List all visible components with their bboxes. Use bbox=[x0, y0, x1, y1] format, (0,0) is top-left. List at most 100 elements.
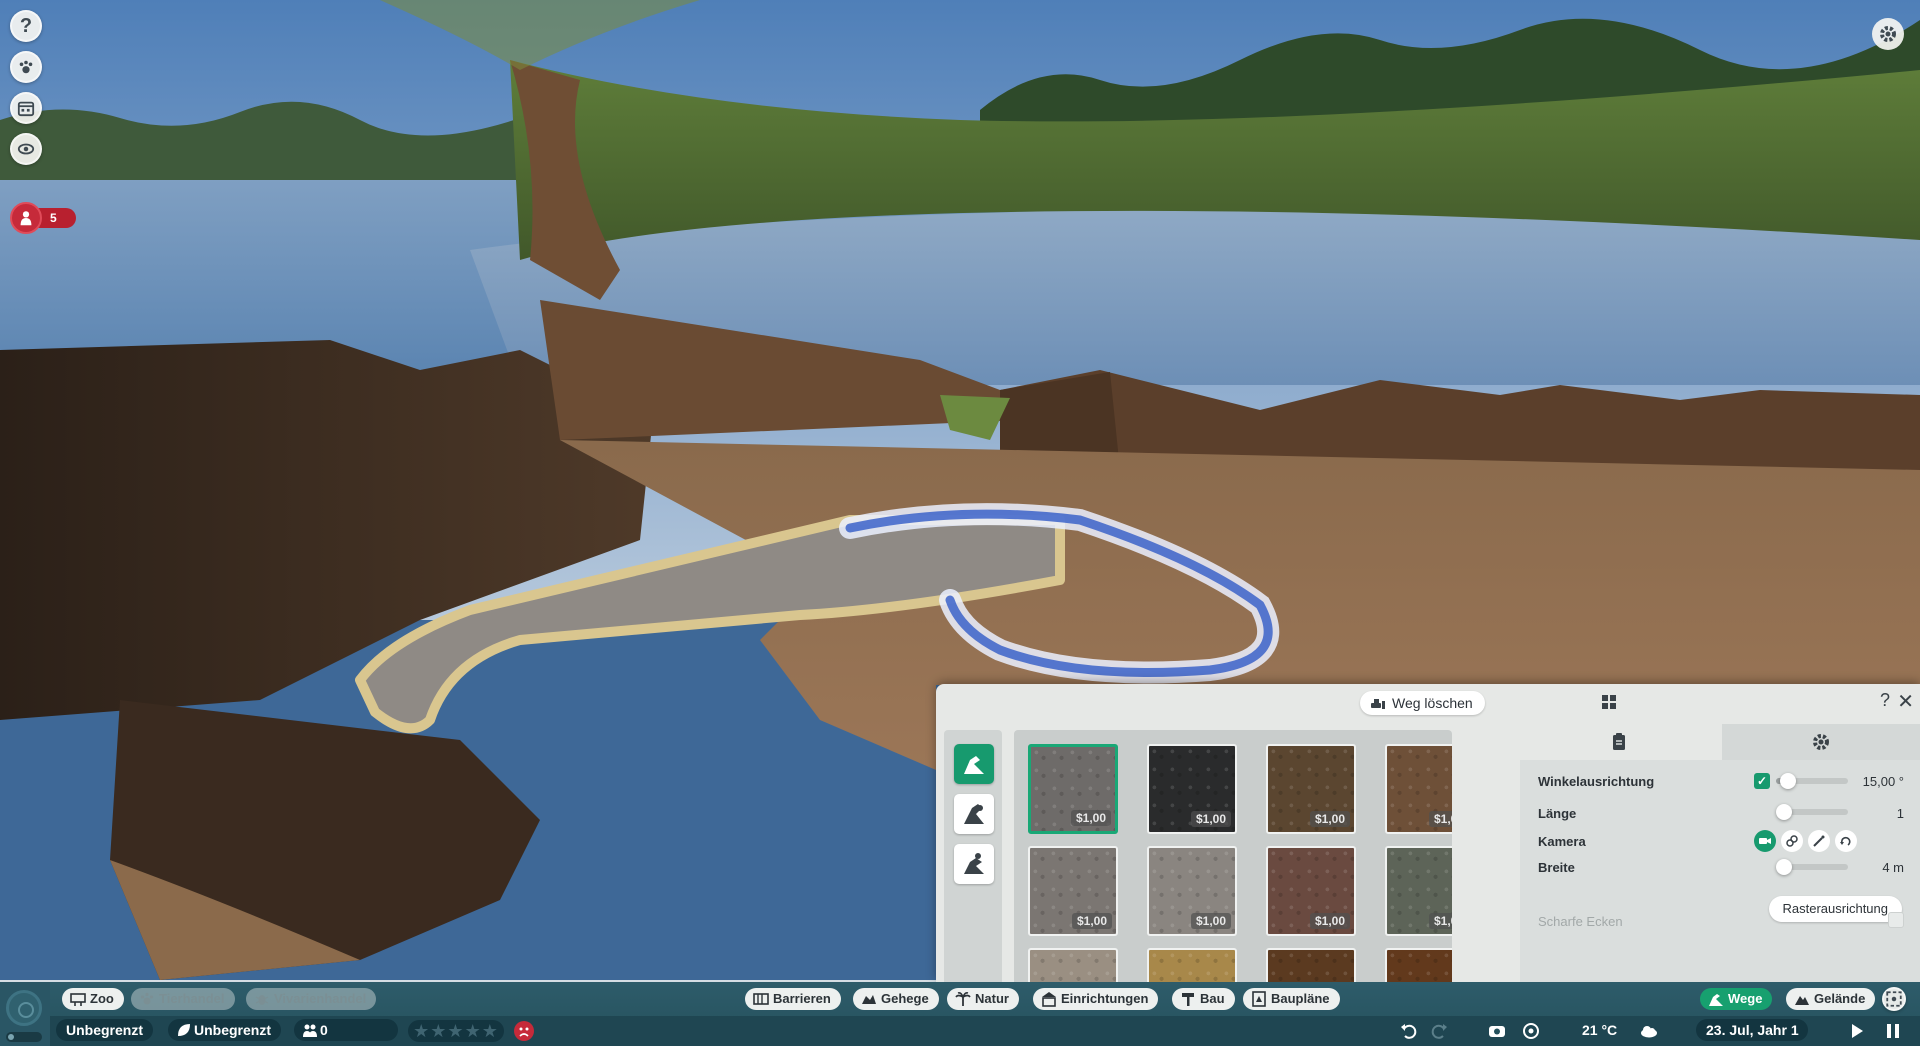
tab-terrain[interactable]: Gelände bbox=[1786, 988, 1876, 1010]
width-slider-knob[interactable] bbox=[1776, 859, 1792, 875]
mode-animal-trade[interactable]: Tierhandel bbox=[131, 988, 235, 1010]
category-queue-path[interactable] bbox=[954, 844, 994, 884]
camera-link-button[interactable] bbox=[1781, 830, 1803, 852]
path-material-swatch[interactable]: $1,00 bbox=[1147, 846, 1237, 936]
path-icon bbox=[964, 756, 984, 774]
game-settings-button[interactable] bbox=[1872, 18, 1904, 50]
pause-button[interactable] bbox=[1880, 1018, 1906, 1044]
sad-face-icon bbox=[519, 1027, 529, 1037]
cloud-icon bbox=[1641, 1026, 1657, 1038]
path-tool-panel: Weg löschen ? ✕ $1,00$1,00$1,00$1,00$1,0… bbox=[936, 684, 1920, 982]
research-display[interactable]: Unbegrenzt bbox=[168, 1019, 281, 1041]
category-staff-path[interactable] bbox=[954, 794, 994, 834]
weather-icon-wrap[interactable] bbox=[1636, 1018, 1662, 1044]
help-button[interactable]: ? bbox=[10, 10, 42, 42]
path-material-swatch[interactable] bbox=[1028, 948, 1118, 982]
settings-body: Winkelausrichtung ✓ 15,00 ° Länge 1 Kame… bbox=[1520, 760, 1920, 982]
camera-follow-button[interactable] bbox=[1754, 830, 1776, 852]
camera-rotate-button[interactable] bbox=[1835, 830, 1857, 852]
person-icon bbox=[20, 211, 32, 226]
angle-value: 15,00 ° bbox=[1862, 774, 1904, 789]
bug-icon bbox=[255, 995, 269, 1005]
speed-toggle[interactable] bbox=[6, 1032, 42, 1042]
path-material-swatch[interactable] bbox=[1385, 948, 1452, 982]
animals-button[interactable] bbox=[10, 51, 42, 83]
eye-icon bbox=[17, 143, 35, 155]
gear-icon bbox=[1813, 734, 1829, 750]
tab-terrain-label: Gelände bbox=[1814, 991, 1866, 1006]
undo-button[interactable] bbox=[1396, 1018, 1422, 1044]
zoo-rating[interactable]: ★★★★★ bbox=[408, 1020, 504, 1042]
guest-display[interactable]: 0 bbox=[294, 1019, 398, 1041]
width-label: Breite bbox=[1538, 860, 1575, 875]
path-material-swatch[interactable]: $1,00 bbox=[1385, 846, 1452, 936]
tab-paths[interactable]: Wege bbox=[1700, 988, 1773, 1010]
tab-nature-label: Natur bbox=[975, 991, 1009, 1006]
swatch-price: $1,00 bbox=[1428, 913, 1452, 929]
delete-path-button[interactable]: Weg löschen bbox=[1360, 691, 1485, 715]
money-display[interactable]: Unbegrenzt bbox=[56, 1019, 153, 1041]
alert-button[interactable] bbox=[10, 202, 42, 234]
guest-mood-icon[interactable] bbox=[514, 1021, 534, 1041]
tab-info[interactable] bbox=[1520, 724, 1718, 760]
palm-icon bbox=[955, 992, 971, 1006]
path-material-swatch[interactable]: $1,00 bbox=[1147, 744, 1237, 834]
tab-settings[interactable] bbox=[1722, 724, 1920, 760]
path-material-swatch[interactable]: $1,00 bbox=[1266, 744, 1356, 834]
grid-view-button[interactable] bbox=[1602, 695, 1616, 709]
swatch-price: $1,00 bbox=[1071, 913, 1112, 929]
mode-exhibit-trade[interactable]: Vivarienhandel bbox=[246, 988, 377, 1010]
status-strip bbox=[0, 1016, 1920, 1046]
sharp-corners-label: Scharfe Ecken bbox=[1538, 914, 1623, 929]
guests-icon bbox=[303, 1024, 317, 1037]
paw-icon bbox=[19, 60, 33, 74]
length-slider-knob[interactable] bbox=[1776, 804, 1792, 820]
grid-snap-button[interactable]: Rasterausrichtung bbox=[1768, 896, 1902, 922]
width-slider[interactable] bbox=[1776, 859, 1848, 875]
angle-slider-knob[interactable] bbox=[1780, 773, 1797, 789]
path-material-swatch[interactable]: $1,00 bbox=[1028, 744, 1118, 834]
view-button[interactable] bbox=[10, 133, 42, 165]
camera-magic-button[interactable] bbox=[1808, 830, 1830, 852]
path-material-swatch[interactable] bbox=[1147, 948, 1237, 982]
tab-barriers[interactable]: Barrieren bbox=[745, 988, 841, 1010]
sharp-corners-checkbox[interactable] bbox=[1888, 912, 1904, 928]
angle-snap-label: Winkelausrichtung bbox=[1538, 774, 1655, 789]
category-visitor-path[interactable] bbox=[954, 744, 994, 784]
tab-construction[interactable]: Bau bbox=[1172, 988, 1235, 1010]
path-material-swatch[interactable] bbox=[1266, 948, 1356, 982]
swatch-price: $1,00 bbox=[1309, 811, 1350, 827]
length-slider[interactable] bbox=[1776, 804, 1848, 820]
queue-path-icon bbox=[964, 853, 984, 874]
width-value: 4 m bbox=[1882, 860, 1904, 875]
main-menu-hub[interactable] bbox=[0, 982, 50, 1046]
tab-paths-label: Wege bbox=[1728, 991, 1763, 1006]
path-material-grid: $1,00 $1,00 $1,00 $1,00 $1,00 $1,00 $1,00 $1,00 bbox=[1014, 730, 1452, 982]
swatch-price: $1,00 bbox=[1190, 913, 1231, 929]
screenshot-button[interactable] bbox=[1484, 1018, 1510, 1044]
tab-facilities[interactable]: Einrichtungen bbox=[1033, 988, 1159, 1010]
undo-icon bbox=[1401, 1024, 1417, 1039]
compass-icon bbox=[6, 990, 42, 1026]
mode-zoo[interactable]: Zoo bbox=[62, 988, 124, 1010]
camera-mode-button[interactable] bbox=[1882, 987, 1906, 1011]
tab-habitats[interactable]: Gehege bbox=[853, 988, 939, 1010]
zoo-sign-icon bbox=[70, 993, 86, 1006]
staff-alert[interactable]: 5 bbox=[10, 202, 76, 234]
play-button[interactable] bbox=[1844, 1018, 1870, 1044]
tab-nature[interactable]: Natur bbox=[947, 988, 1019, 1010]
redo-button[interactable] bbox=[1426, 1018, 1452, 1044]
gear-icon bbox=[1880, 26, 1896, 42]
path-material-swatch[interactable]: $1,00 bbox=[1385, 744, 1452, 834]
clipboard-icon bbox=[1613, 733, 1625, 750]
path-material-swatch[interactable]: $1,00 bbox=[1028, 846, 1118, 936]
angle-snap-checkbox[interactable]: ✓ bbox=[1754, 773, 1770, 789]
path-icon bbox=[1709, 994, 1723, 1006]
angle-slider[interactable] bbox=[1776, 773, 1848, 789]
path-material-swatch[interactable]: $1,00 bbox=[1266, 846, 1356, 936]
tab-blueprints[interactable]: Baupläne bbox=[1243, 988, 1340, 1010]
panel-close-button[interactable]: ✕ bbox=[1897, 689, 1914, 714]
calendar-button[interactable] bbox=[10, 92, 42, 124]
panel-help-button[interactable]: ? bbox=[1880, 690, 1890, 711]
overlay-button[interactable] bbox=[1518, 1018, 1544, 1044]
